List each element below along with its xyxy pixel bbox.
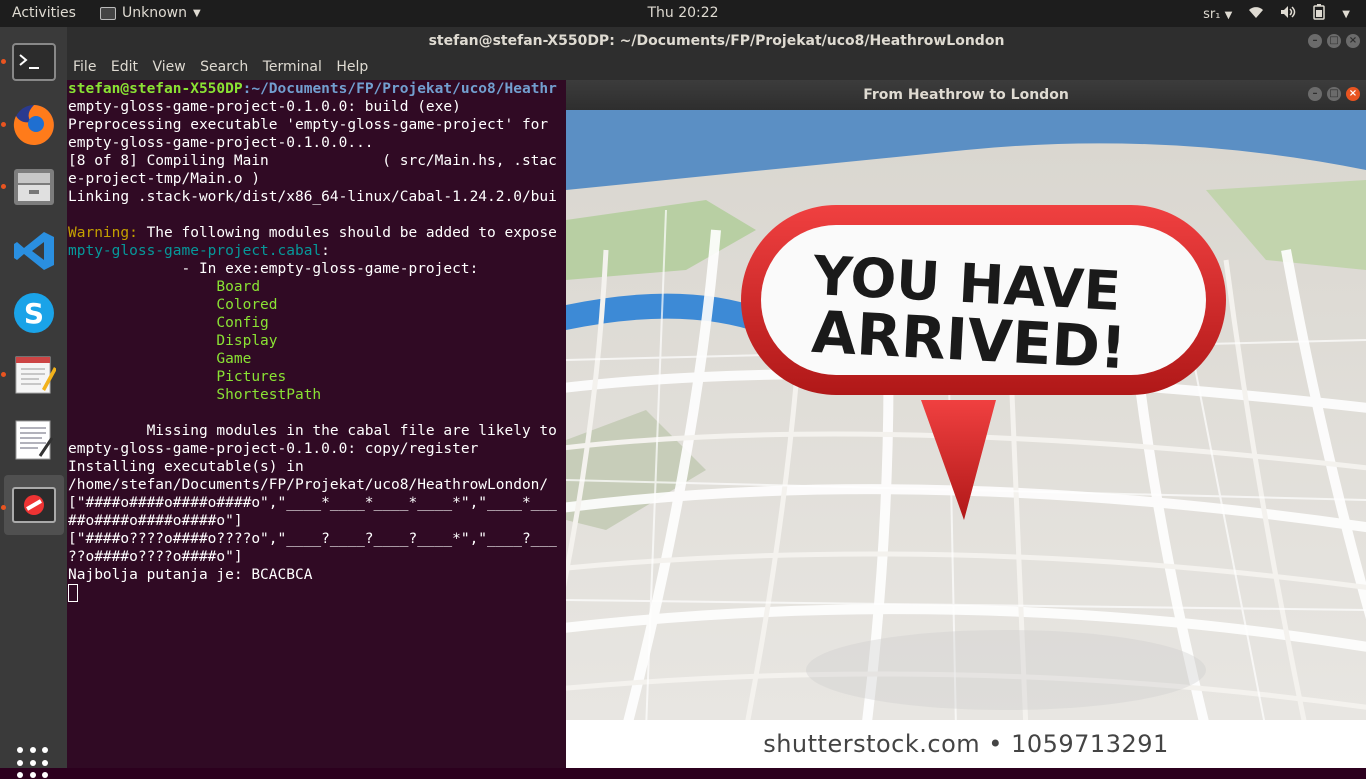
terminal-line: Installing executable(s) in (68, 459, 304, 475)
top-bar: Activities Unknown ▼ Thu 20:22 sr₁ ▼ ▼ (0, 0, 1366, 27)
volume-icon (1280, 5, 1296, 23)
show-applications-icon[interactable] (17, 747, 49, 779)
close-button[interactable]: × (1346, 34, 1360, 48)
clock[interactable]: Thu 20:22 (0, 5, 1366, 21)
image-window-title: From Heathrow to London (863, 87, 1069, 103)
window-icon (100, 6, 116, 20)
battery-icon (1312, 4, 1326, 24)
prompt-user: stefan@stefan-X550DP (68, 81, 243, 97)
text-editor-icon (15, 356, 56, 394)
dock-skype[interactable]: S (4, 283, 64, 343)
arrived-map-picture: YOU HAVE ARRIVED! (566, 110, 1366, 720)
terminal-line: ##o####o####o####o"] (68, 513, 243, 529)
maximize-button[interactable]: □ (1327, 34, 1341, 48)
module-name: Colored (216, 297, 278, 313)
app-menu[interactable]: Unknown ▼ (100, 5, 201, 21)
running-indicator (1, 505, 6, 510)
activities-button[interactable]: Activities (12, 5, 76, 21)
module-name: Board (216, 279, 261, 295)
terminal-icon (12, 43, 56, 81)
cabal-file-name: mpty-gloss-game-project.cabal (68, 243, 322, 259)
app-menu-label: Unknown (122, 5, 187, 21)
running-indicator (1, 122, 6, 127)
terminal-line: [8 of 8] Compiling Main ( src/Main.hs, .… (68, 153, 557, 169)
close-button[interactable]: × (1346, 87, 1360, 101)
skype-icon: S (14, 293, 54, 333)
system-menu-chevron-icon[interactable]: ▼ (1342, 9, 1350, 20)
menu-help[interactable]: Help (336, 59, 368, 75)
vscode-icon (14, 232, 54, 270)
terminal-output[interactable]: stefan@stefan-X550DP:~/Documents/FP/Proj… (67, 80, 566, 768)
dock: S (0, 27, 67, 779)
image-window: From Heathrow to London – □ × YOU HAVE A… (566, 80, 1366, 768)
dock-text-editor[interactable] (4, 345, 64, 405)
minimize-button[interactable]: – (1308, 87, 1322, 101)
image-window-titlebar[interactable]: From Heathrow to London – □ × (566, 80, 1366, 110)
warning-label: Warning: (68, 225, 138, 241)
terminal-line: /home/stefan/Documents/FP/Projekat/uco8/… (68, 477, 549, 493)
module-name: Game (216, 351, 252, 367)
wifi-icon (1248, 5, 1264, 23)
prompt-path: :~/Documents/FP/Projekat/uco8/Heathr (242, 81, 557, 97)
files-icon (14, 169, 54, 205)
svg-text:S: S (24, 297, 44, 330)
terminal-line: empty-gloss-game-project-0.1.0.0: build … (68, 99, 461, 115)
terminal-line: The following modules should be added to… (146, 225, 557, 241)
system-tray[interactable]: sr₁ ▼ ▼ (1203, 4, 1350, 24)
terminal-line: empty-gloss-game-project-0.1.0.0... (68, 135, 374, 151)
terminal-line: ["####o????o####o????o","____?____?____?… (68, 531, 557, 547)
chevron-down-icon: ▼ (193, 7, 201, 19)
document-viewer-icon (15, 420, 54, 460)
menu-search[interactable]: Search (200, 59, 248, 75)
terminal-title: stefan@stefan-X550DP: ~/Documents/FP/Pro… (428, 33, 1005, 49)
result-line: Najbolja putanja je: BCACBCA (68, 567, 313, 583)
keyboard-layout-indicator[interactable]: sr₁ ▼ (1203, 7, 1232, 22)
menu-terminal[interactable]: Terminal (263, 59, 322, 75)
menu-file[interactable]: File (73, 59, 96, 75)
dock-terminal[interactable] (4, 32, 64, 92)
running-indicator (1, 59, 6, 64)
module-name: Pictures (216, 369, 287, 385)
module-name: Config (216, 315, 269, 331)
dock-unknown-app[interactable] (4, 475, 64, 535)
firefox-icon (13, 105, 54, 145)
terminal-line: Missing modules in the cabal file are li… (68, 423, 557, 439)
menu-view[interactable]: View (152, 59, 185, 75)
module-name: Display (216, 333, 278, 349)
terminal-line: Linking .stack-work/dist/x86_64-linux/Ca… (68, 189, 557, 205)
dock-firefox[interactable] (4, 95, 64, 155)
dock-files[interactable] (4, 157, 64, 217)
running-indicator (1, 184, 6, 189)
no-entry-icon (12, 487, 56, 523)
terminal-line: e-project-tmp/Main.o ) (68, 171, 261, 187)
terminal-line: empty-gloss-game-project-0.1.0.0: copy/r… (68, 441, 479, 457)
minimize-button[interactable]: – (1308, 34, 1322, 48)
dock-vscode[interactable] (4, 221, 64, 281)
module-name: ShortestPath (216, 387, 322, 403)
maximize-button[interactable]: □ (1327, 87, 1341, 101)
terminal-line: ??o####o????o####o"] (68, 549, 243, 565)
dock-document-viewer[interactable] (4, 410, 64, 470)
image-caption: shutterstock.com • 1059713291 (566, 720, 1366, 768)
running-indicator (1, 372, 6, 377)
menu-edit[interactable]: Edit (111, 59, 138, 75)
terminal-line: ["####o####o####o####o","____*____*____*… (68, 495, 557, 511)
terminal-menubar: File Edit View Search Terminal Help (67, 56, 1366, 80)
terminal-line: - In exe:empty-gloss-game-project: (68, 261, 479, 277)
terminal-titlebar[interactable]: stefan@stefan-X550DP: ~/Documents/FP/Pro… (67, 27, 1366, 56)
terminal-cursor (68, 584, 78, 602)
terminal-line: Preprocessing executable 'empty-gloss-ga… (68, 117, 549, 133)
